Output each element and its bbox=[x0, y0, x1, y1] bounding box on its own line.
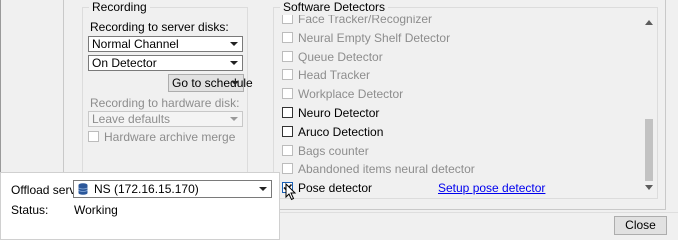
detector-item[interactable]: Neuro Detector bbox=[282, 105, 612, 121]
checkbox-box bbox=[282, 32, 293, 43]
recording-group-title: Recording bbox=[89, 0, 150, 14]
chevron-down-icon bbox=[231, 81, 239, 85]
detector-item[interactable]: Face Tracker/Recognizer bbox=[282, 15, 612, 27]
software-detectors-title: Software Detectors bbox=[280, 0, 389, 14]
hardware-disk-label: Recording to hardware disk: bbox=[90, 96, 240, 110]
close-button-label: Close bbox=[625, 218, 656, 232]
detector-label: Pose detector bbox=[298, 181, 373, 195]
status-value: Working bbox=[74, 203, 118, 217]
chevron-down-icon bbox=[230, 42, 238, 46]
scroll-up-icon[interactable] bbox=[645, 20, 653, 25]
checkbox-box bbox=[282, 51, 293, 62]
status-label: Status: bbox=[11, 203, 49, 217]
hardware-merge-label: Hardware archive merge bbox=[104, 130, 236, 144]
detector-label: Bags counter bbox=[298, 144, 369, 158]
go-to-schedule-label: Go to schedule bbox=[172, 76, 253, 90]
detector-item[interactable]: Bags counter bbox=[282, 143, 612, 159]
server-disks-label: Recording to server disks: bbox=[90, 20, 229, 34]
detector-label: Workplace Detector bbox=[298, 87, 404, 101]
detector-item[interactable]: Head Tracker bbox=[282, 67, 612, 83]
chevron-down-icon bbox=[230, 61, 238, 65]
detector-label: Neural Empty Shelf Detector bbox=[298, 31, 451, 45]
checkbox-box bbox=[282, 15, 293, 24]
detector-item[interactable]: Workplace Detector bbox=[282, 86, 612, 102]
detector-label: Neuro Detector bbox=[298, 106, 380, 120]
hardware-select-value: Leave defaults bbox=[92, 112, 171, 126]
scroll-down-icon[interactable] bbox=[645, 185, 653, 190]
footer-divider bbox=[280, 212, 678, 213]
checkbox-box bbox=[282, 88, 293, 99]
mouse-cursor-icon bbox=[285, 183, 297, 201]
chevron-down-icon bbox=[230, 117, 238, 121]
detector-label: Head Tracker bbox=[298, 68, 371, 82]
pose-detector-item[interactable]: Pose detector bbox=[282, 180, 432, 196]
setup-pose-detector-link[interactable]: Setup pose detector bbox=[438, 181, 545, 195]
trigger-select-value: On Detector bbox=[92, 56, 157, 70]
offload-server-select[interactable]: NS (172.16.15.170) bbox=[73, 180, 272, 198]
close-button[interactable]: Close bbox=[614, 216, 667, 235]
checkbox-box bbox=[282, 163, 293, 174]
panel-left-border bbox=[63, 0, 64, 175]
detectors-scrollbar[interactable] bbox=[642, 15, 656, 195]
panel-right-border bbox=[665, 0, 666, 210]
checkbox-box bbox=[282, 69, 293, 80]
checkbox-box bbox=[282, 145, 293, 156]
detectors-list: Face Tracker/Recognizer Neural Empty She… bbox=[280, 15, 640, 199]
panel-bottom-border bbox=[279, 209, 666, 210]
offload-panel: Offload server: NS (172.16.15.170) Statu… bbox=[0, 172, 280, 240]
channel-select-value: Normal Channel bbox=[92, 37, 179, 51]
detector-item[interactable]: Abandoned items neural detector bbox=[282, 161, 612, 177]
database-icon bbox=[78, 183, 88, 195]
hardware-select[interactable]: Leave defaults bbox=[88, 111, 243, 127]
detector-item[interactable]: Aruco Detection bbox=[282, 124, 612, 140]
detector-item[interactable]: Queue Detector bbox=[282, 49, 612, 65]
trigger-select[interactable]: On Detector bbox=[88, 55, 243, 71]
chevron-down-icon bbox=[259, 187, 267, 191]
checkbox-box bbox=[282, 126, 293, 137]
detector-label: Aruco Detection bbox=[298, 125, 384, 139]
checkbox-box bbox=[88, 131, 99, 142]
detector-item[interactable]: Neural Empty Shelf Detector bbox=[282, 30, 612, 46]
checkbox-box bbox=[282, 107, 293, 118]
detector-label: Queue Detector bbox=[298, 50, 383, 64]
offload-server-value: NS (172.16.15.170) bbox=[94, 182, 199, 196]
go-to-schedule-button[interactable]: Go to schedule bbox=[168, 74, 253, 92]
scrollbar-thumb[interactable] bbox=[645, 119, 653, 181]
detector-label: Abandoned items neural detector bbox=[298, 162, 475, 176]
channel-select[interactable]: Normal Channel bbox=[88, 36, 243, 52]
hardware-merge-checkbox[interactable]: Hardware archive merge bbox=[88, 129, 243, 145]
detector-label: Face Tracker/Recognizer bbox=[298, 15, 433, 26]
